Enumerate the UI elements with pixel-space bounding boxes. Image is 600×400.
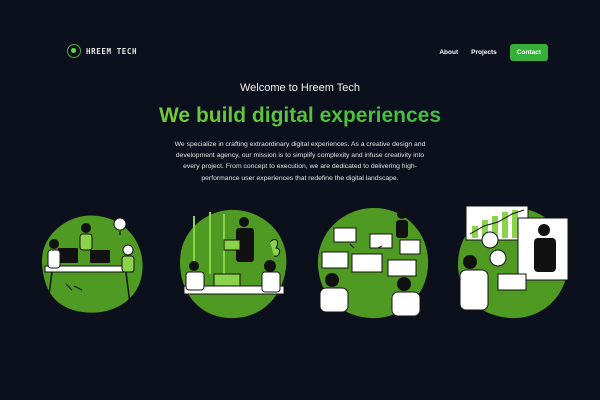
workspace-monitors-illustration	[314, 204, 432, 324]
hero-headline: We build digital experiences	[0, 104, 600, 128]
finance-growth-illustration	[454, 204, 572, 324]
contact-button[interactable]: Contact	[509, 44, 548, 61]
hero-section: Welcome to Hreem Tech We build digital e…	[0, 82, 600, 184]
nav-link-about[interactable]: About	[439, 49, 458, 56]
team-brainstorm-illustration	[30, 204, 148, 324]
nav-links: About Projects Contact	[439, 44, 548, 61]
welcome-text: Welcome to Hreem Tech	[239, 82, 361, 94]
logo-icon	[67, 44, 81, 58]
brand-name: HREEM TECH	[86, 46, 138, 56]
hero-description: We specialize in crafting extraordinary …	[174, 141, 426, 182]
brand-logo[interactable]: HREEM TECH	[67, 44, 137, 58]
nav-link-projects[interactable]: Projects	[471, 49, 497, 56]
office-collaboration-illustration	[174, 204, 292, 324]
